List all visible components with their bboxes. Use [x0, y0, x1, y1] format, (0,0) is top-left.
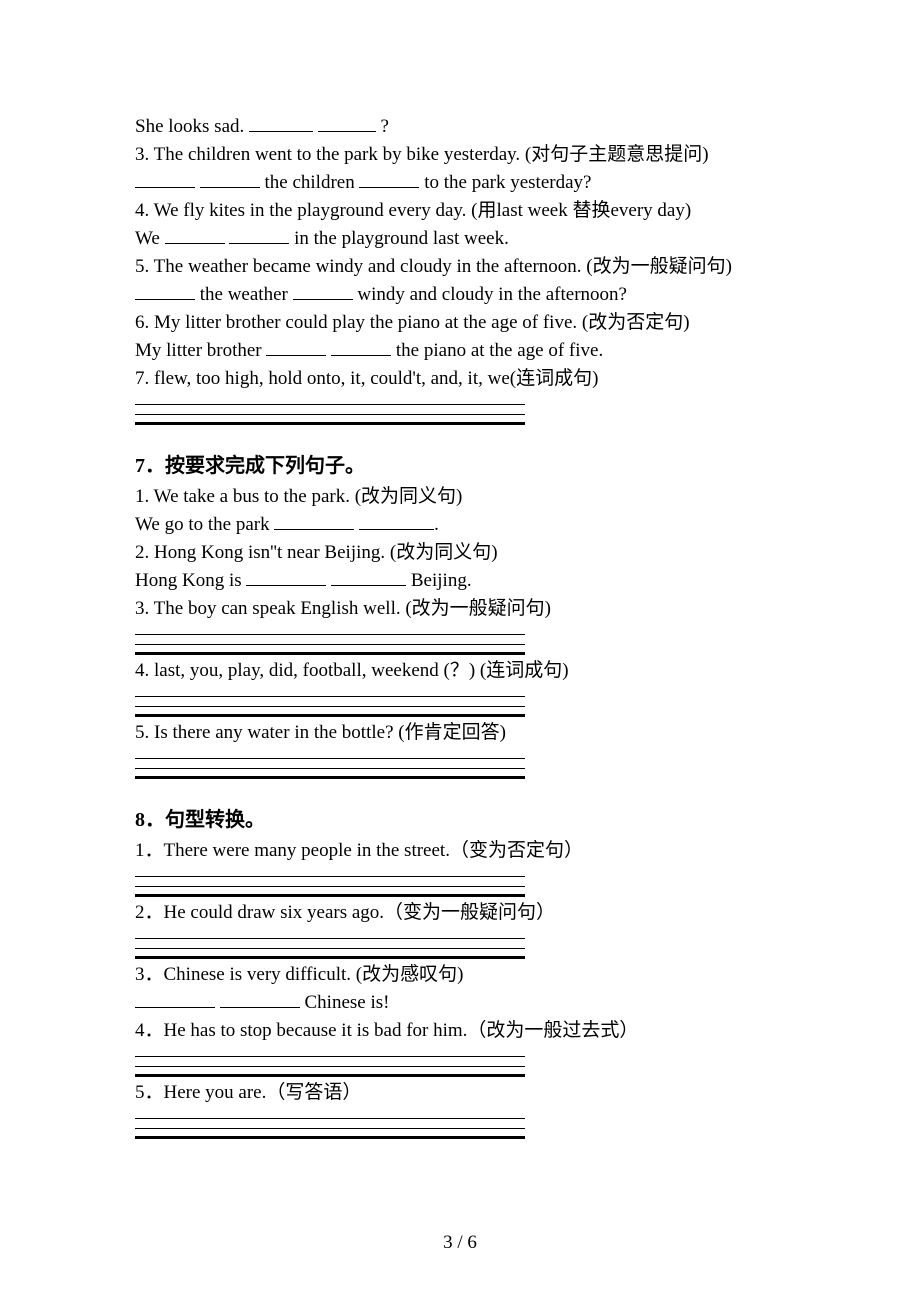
intro-line-5: We in the playground last week. — [135, 225, 790, 253]
answer-lines — [135, 929, 790, 959]
answer-rule — [135, 687, 525, 697]
blank — [359, 169, 419, 188]
page-root: She looks sad. ? 3. The children went to… — [0, 0, 920, 1302]
blank — [293, 281, 353, 300]
answer-rule — [135, 949, 525, 959]
answer-rule — [135, 1067, 525, 1077]
text: in the playground last week. — [289, 228, 509, 249]
blank — [274, 511, 354, 530]
answer-lines — [135, 625, 790, 655]
blank — [318, 113, 376, 132]
answer-rule — [135, 877, 525, 887]
intro-line-3: the children to the park yesterday? — [135, 169, 790, 197]
text: Chinese is! — [300, 992, 390, 1013]
answer-lines — [135, 687, 790, 717]
s8-q1: 1．There were many people in the street.（… — [135, 837, 790, 865]
s8-q5: 5．Here you are.（写答语） — [135, 1079, 790, 1107]
answer-rule — [135, 1109, 525, 1119]
answer-rule — [135, 759, 525, 769]
s7-q1: 1. We take a bus to the park. (改为同义句) — [135, 483, 790, 511]
answer-rule — [135, 749, 525, 759]
answer-rule — [135, 1047, 525, 1057]
s7-q4: 4. last, you, play, did, football, weeke… — [135, 657, 790, 685]
intro-line-7: the weather windy and cloudy in the afte… — [135, 281, 790, 309]
text: windy and cloudy in the afternoon? — [353, 284, 627, 305]
text: the children — [260, 172, 360, 193]
blank — [249, 113, 313, 132]
answer-rule — [135, 635, 525, 645]
text: . — [434, 514, 439, 535]
s8-q3: 3．Chinese is very difficult. (改为感叹句) — [135, 961, 790, 989]
answer-rule — [135, 395, 525, 405]
intro-line-1: She looks sad. ? — [135, 113, 790, 141]
answer-rule — [135, 697, 525, 707]
blank — [246, 567, 326, 586]
blank — [331, 337, 391, 356]
text: Hong Kong is — [135, 570, 246, 591]
text: We — [135, 228, 165, 249]
answer-lines — [135, 1109, 790, 1139]
blank — [359, 511, 434, 530]
intro-line-8: 6. My litter brother could play the pian… — [135, 309, 790, 337]
answer-rule — [135, 405, 525, 415]
intro-line-4: 4. We fly kites in the playground every … — [135, 197, 790, 225]
page-number: 3 / 6 — [0, 1232, 920, 1254]
answer-lines — [135, 395, 790, 425]
section-8-head: 8．句型转换。 — [135, 805, 790, 835]
blank — [331, 567, 406, 586]
answer-rule — [135, 625, 525, 635]
text: We go to the park — [135, 514, 274, 535]
text: to the park yesterday? — [419, 172, 591, 193]
answer-rule — [135, 707, 525, 717]
answer-rule — [135, 1057, 525, 1067]
text: Beijing. — [406, 570, 471, 591]
s8-q2: 2．He could draw six years ago.（变为一般疑问句） — [135, 899, 790, 927]
blank — [229, 225, 289, 244]
answer-lines — [135, 749, 790, 779]
blank — [165, 225, 225, 244]
answer-rule — [135, 1119, 525, 1129]
s8-q3-answer: Chinese is! — [135, 989, 790, 1017]
intro-line-9: My litter brother the piano at the age o… — [135, 337, 790, 365]
s7-q5: 5. Is there any water in the bottle? (作肯… — [135, 719, 790, 747]
blank — [135, 169, 195, 188]
answer-rule — [135, 929, 525, 939]
blank — [266, 337, 326, 356]
answer-rule — [135, 867, 525, 877]
s7-q1-answer: We go to the park . — [135, 511, 790, 539]
intro-line-2: 3. The children went to the park by bike… — [135, 141, 790, 169]
text: ? — [376, 116, 389, 137]
answer-rule — [135, 1129, 525, 1139]
answer-rule — [135, 887, 525, 897]
answer-rule — [135, 769, 525, 779]
blank — [200, 169, 260, 188]
answer-rule — [135, 645, 525, 655]
intro-line-6: 5. The weather became windy and cloudy i… — [135, 253, 790, 281]
answer-rule — [135, 939, 525, 949]
answer-lines — [135, 1047, 790, 1077]
blank — [135, 989, 215, 1008]
s7-q2-answer: Hong Kong is Beijing. — [135, 567, 790, 595]
s8-q4: 4．He has to stop because it is bad for h… — [135, 1017, 790, 1045]
intro-line-10: 7. flew, too high, hold onto, it, could'… — [135, 365, 790, 393]
text: She looks sad. — [135, 116, 249, 137]
text: the weather — [195, 284, 293, 305]
s7-q3: 3. The boy can speak English well. (改为一般… — [135, 595, 790, 623]
section-7-head: 7．按要求完成下列句子。 — [135, 451, 790, 481]
answer-rule — [135, 415, 525, 425]
text: the piano at the age of five. — [391, 340, 603, 361]
s7-q2: 2. Hong Kong isn''t near Beijing. (改为同义句… — [135, 539, 790, 567]
answer-lines — [135, 867, 790, 897]
blank — [135, 281, 195, 300]
blank — [220, 989, 300, 1008]
text: My litter brother — [135, 340, 266, 361]
